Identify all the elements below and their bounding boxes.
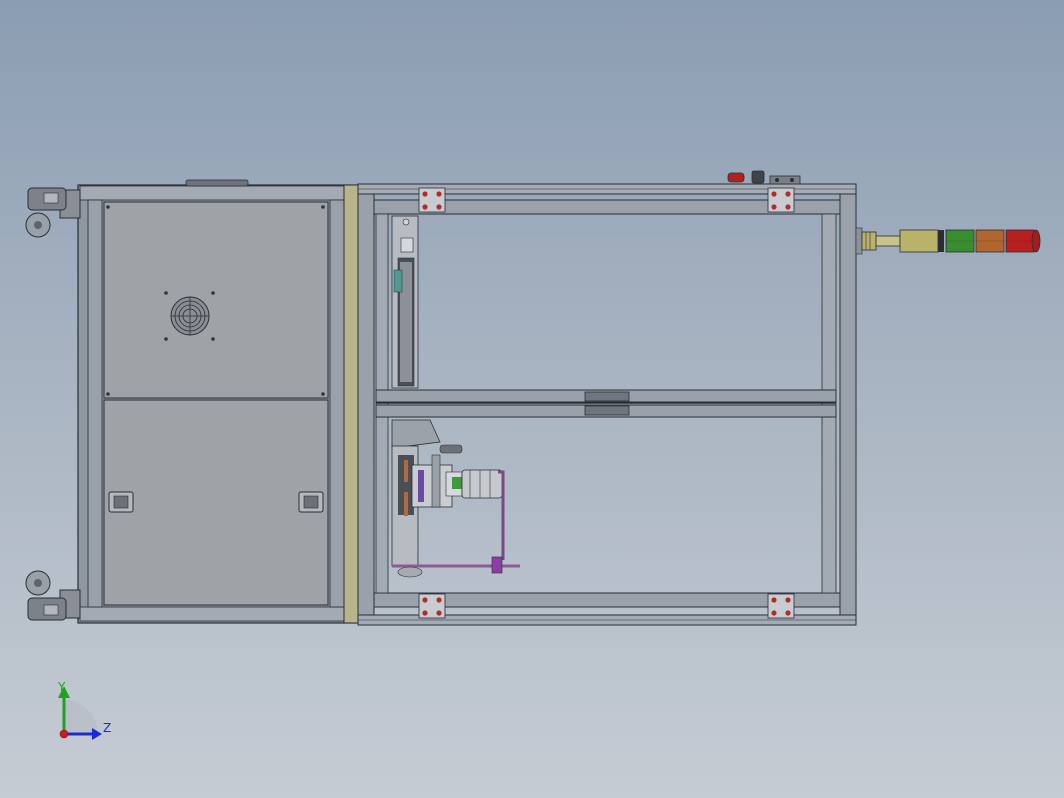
model-drawing [25,170,1041,626]
z-axis-label: Z [103,721,112,735]
caster-bottom [25,570,81,621]
left-cabinet [77,179,359,624]
cad-viewport[interactable]: Y Z [0,0,1064,798]
x-axis-dot [59,729,69,739]
machine-frame [357,183,857,626]
caster-top [25,187,81,238]
panel-handle-right [298,491,324,513]
upper-linear-guide [391,215,419,389]
y-axis-label: Y [58,680,66,694]
panel-handle-left [108,491,134,513]
tower-light [855,227,1041,255]
axis-triad [58,686,102,740]
control-buttons [727,170,801,185]
lower-mechanism [391,419,520,578]
